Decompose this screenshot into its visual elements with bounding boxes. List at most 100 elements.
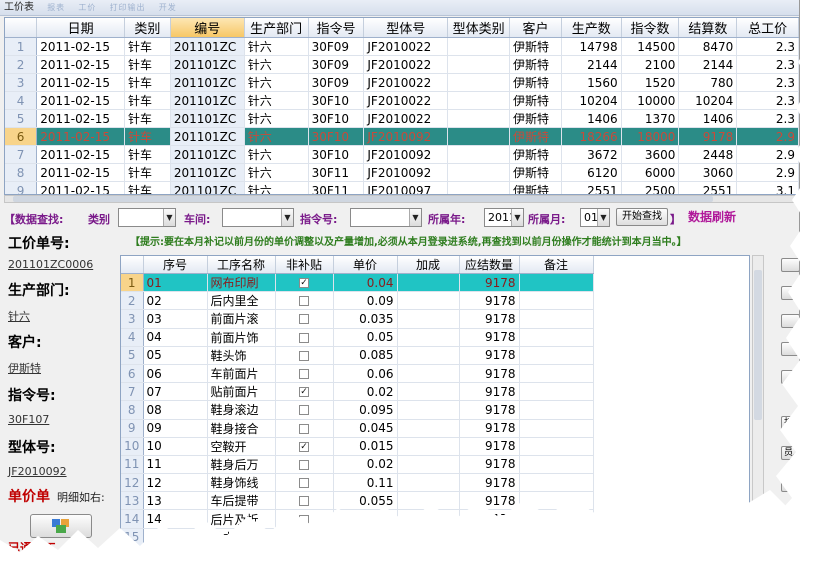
cell-process-name[interactable]: 后内里全 bbox=[207, 291, 276, 311]
checkbox[interactable] bbox=[299, 405, 309, 416]
cell-bonus[interactable] bbox=[397, 309, 460, 329]
list-item[interactable]: 2 02 后内里全 0.09 9178 bbox=[121, 291, 594, 311]
cell-order-qty[interactable]: 6000 bbox=[621, 163, 680, 182]
cell-seq[interactable]: 06 bbox=[143, 364, 208, 384]
cell-note[interactable] bbox=[519, 455, 594, 475]
cell-model[interactable]: JF2010022 bbox=[363, 73, 449, 92]
cell-order-qty[interactable]: 2100 bbox=[621, 55, 680, 74]
cell-unit-price[interactable]: 0.085 bbox=[333, 346, 398, 365]
row-header[interactable]: 9 bbox=[5, 181, 38, 194]
cell-settle-qty[interactable]: 9178 bbox=[678, 127, 738, 146]
cell-non-subsidy[interactable] bbox=[275, 509, 334, 529]
table-row[interactable]: 7 2011-02-15 针车 201101ZC 针六 30F10 JF2010092 伊斯特… bbox=[5, 145, 799, 164]
cell-date[interactable]: 2011-02-15 bbox=[36, 55, 126, 74]
cell-seq[interactable]: 08 bbox=[143, 400, 208, 420]
workshop-select[interactable]: ▼ bbox=[222, 208, 294, 227]
cell-process-name[interactable]: 空鞍开 bbox=[207, 437, 276, 456]
cell-dept[interactable]: 针六 bbox=[244, 73, 309, 92]
list-item[interactable]: 7 07 贴前面片 ✓ 0.02 9178 bbox=[121, 382, 594, 402]
cell-dept[interactable]: 针六 bbox=[244, 37, 309, 56]
scrollbar-thumb[interactable] bbox=[754, 270, 762, 420]
list-item[interactable]: 8 08 鞋身滚边 0.095 9178 bbox=[121, 400, 594, 420]
cell-unit-price[interactable]: 0.04 bbox=[333, 273, 398, 293]
cell-model-type[interactable] bbox=[447, 109, 511, 128]
cell-model-type[interactable] bbox=[447, 181, 511, 194]
row-header[interactable]: 9 bbox=[121, 419, 144, 438]
list-item[interactable]: 15 前中片 bbox=[121, 528, 594, 547]
cell-model[interactable]: JF2010097 bbox=[363, 181, 449, 194]
cell-bonus[interactable] bbox=[397, 346, 460, 365]
list-item[interactable]: 6 06 车前面片 0.06 9178 bbox=[121, 364, 594, 384]
list-item[interactable]: 14 14 后片及折 9178 bbox=[121, 509, 594, 529]
table-row[interactable]: 9 2011-02-15 针车 201101ZC 针六 30F11 JF2010097 伊斯特… bbox=[5, 181, 799, 194]
checkbox[interactable] bbox=[299, 478, 309, 489]
side-button-6[interactable] bbox=[781, 478, 799, 492]
list-item[interactable]: 4 04 前面片饰 0.05 9178 bbox=[121, 328, 594, 347]
cell-model-type[interactable] bbox=[447, 55, 511, 74]
cell-model[interactable]: JF2010092 bbox=[363, 127, 449, 146]
order-select[interactable]: ▼ bbox=[350, 208, 422, 227]
cell-note[interactable] bbox=[519, 328, 594, 347]
chevron-down-icon[interactable]: ▼ bbox=[281, 209, 293, 226]
checkbox[interactable] bbox=[299, 532, 309, 543]
cell-code[interactable]: 201101ZC bbox=[170, 37, 245, 56]
cell-total-price[interactable]: 3.1 bbox=[736, 181, 799, 194]
row-header[interactable]: 15 bbox=[121, 528, 144, 547]
cell-bonus[interactable] bbox=[397, 509, 460, 529]
checkbox-checked[interactable]: ✓ bbox=[299, 387, 309, 398]
menu-item-dev[interactable]: 开发 bbox=[159, 3, 177, 12]
cell-seq[interactable]: 01 bbox=[143, 273, 208, 293]
table-row[interactable]: 4 2011-02-15 针车 201101ZC 针六 30F10 JF2010022 伊斯特… bbox=[5, 91, 799, 110]
col-header-category[interactable]: 类别 bbox=[124, 18, 171, 38]
cell-date[interactable]: 2011-02-15 bbox=[36, 163, 126, 182]
cell-customer[interactable]: 伊斯特 bbox=[509, 127, 562, 146]
checkbox[interactable] bbox=[299, 496, 309, 507]
cell-dept[interactable]: 针六 bbox=[244, 55, 309, 74]
row-header[interactable]: 1 bbox=[5, 37, 38, 56]
cell-order-qty[interactable]: 18000 bbox=[621, 127, 680, 146]
cell-non-subsidy[interactable]: ✓ bbox=[275, 273, 334, 293]
cell-process-name[interactable]: 鞋头饰 bbox=[207, 346, 276, 365]
cell-category[interactable]: 针车 bbox=[124, 109, 171, 128]
dept-value[interactable]: 针六 bbox=[8, 308, 30, 324]
year-select[interactable]: 2011 ▼ bbox=[484, 208, 524, 227]
cell-process-name[interactable]: 鞋身接合 bbox=[207, 419, 276, 438]
cell-bonus[interactable] bbox=[397, 364, 460, 384]
cell-order[interactable]: 30F11 bbox=[308, 163, 365, 182]
cell-production[interactable]: 1406 bbox=[561, 109, 622, 128]
cell-date[interactable]: 2011-02-15 bbox=[36, 37, 126, 56]
row-header[interactable]: 1 bbox=[121, 273, 144, 293]
cell-total-price[interactable]: 2.3 bbox=[736, 73, 799, 92]
cell-unit-price[interactable]: 0.055 bbox=[333, 491, 398, 511]
cell-dept[interactable]: 针六 bbox=[244, 181, 309, 194]
cell-settle-qty[interactable]: 9178 bbox=[459, 273, 520, 293]
cell-total-price[interactable]: 2.3 bbox=[736, 37, 799, 56]
list-item[interactable]: 5 05 鞋头饰 0.085 9178 bbox=[121, 346, 594, 365]
cell-seq[interactable] bbox=[143, 528, 208, 547]
cell-process-name[interactable]: 车前面片 bbox=[207, 364, 276, 384]
row-header[interactable]: 6 bbox=[5, 127, 38, 146]
cell-bonus[interactable] bbox=[397, 437, 460, 456]
cell-settle-qty[interactable] bbox=[459, 528, 520, 547]
cell-non-subsidy[interactable] bbox=[275, 364, 334, 384]
cell-settle-qty[interactable]: 10204 bbox=[678, 91, 738, 110]
cell-order[interactable]: 30F10 bbox=[308, 145, 365, 164]
row-header[interactable]: 10 bbox=[121, 437, 144, 456]
cell-settle-qty[interactable]: 9178 bbox=[459, 437, 520, 456]
cell-process-name[interactable]: 前面片滚 bbox=[207, 309, 276, 329]
price-sheet-grid[interactable]: 日期 类别 编号 生产部门 指令号 型体号 型体类别 客户 生产数 指令数 结算… bbox=[4, 17, 799, 195]
cell-total-price[interactable]: 2.9 bbox=[736, 163, 799, 182]
row-header[interactable]: 8 bbox=[121, 400, 144, 420]
cell-dept[interactable]: 针六 bbox=[244, 145, 309, 164]
cell-settle-qty[interactable]: 2144 bbox=[678, 55, 738, 74]
cell-category[interactable]: 针车 bbox=[124, 181, 171, 194]
list-item[interactable]: 12 12 鞋身饰线 0.11 9178 bbox=[121, 473, 594, 493]
checkbox[interactable] bbox=[299, 296, 309, 307]
cell-order[interactable]: 30F10 bbox=[308, 127, 365, 146]
cell-production[interactable]: 18266 bbox=[561, 127, 622, 146]
cell-model[interactable]: JF2010092 bbox=[363, 145, 449, 164]
cell-non-subsidy[interactable] bbox=[275, 309, 334, 329]
cell-customer[interactable]: 伊斯特 bbox=[509, 163, 562, 182]
cell-process-name[interactable]: 后片及折 bbox=[207, 509, 276, 529]
cell-category[interactable]: 针车 bbox=[124, 145, 171, 164]
